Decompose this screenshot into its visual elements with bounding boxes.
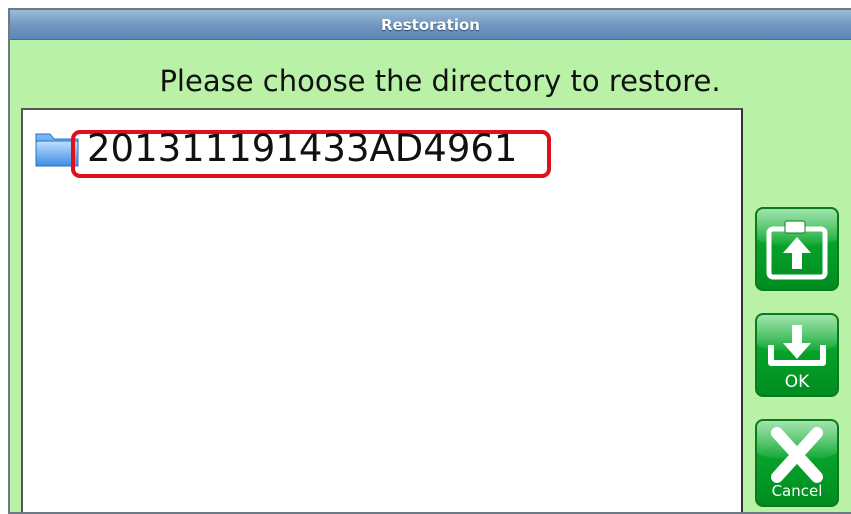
ok-label: OK xyxy=(784,372,810,392)
ok-button[interactable]: OK xyxy=(755,313,839,397)
download-tray-icon xyxy=(768,325,826,366)
restoration-dialog: Restoration Please choose the directory … xyxy=(8,8,851,514)
restore-upload-icon xyxy=(766,220,828,280)
restore-backup-button[interactable] xyxy=(755,207,839,291)
title-bar: Restoration xyxy=(10,10,851,40)
instruction-text: Please choose the directory to restore. xyxy=(159,64,721,98)
list-item[interactable]: 201311191433AD4961 xyxy=(33,122,553,178)
cancel-button[interactable]: Cancel xyxy=(755,419,839,507)
close-x-icon xyxy=(771,427,823,483)
window-title: Restoration xyxy=(381,16,480,34)
cancel-label: Cancel xyxy=(771,482,823,500)
directory-list[interactable]: 201311191433AD4961 xyxy=(21,108,743,512)
directory-name: 201311191433AD4961 xyxy=(87,127,518,170)
folder-icon xyxy=(35,133,79,167)
